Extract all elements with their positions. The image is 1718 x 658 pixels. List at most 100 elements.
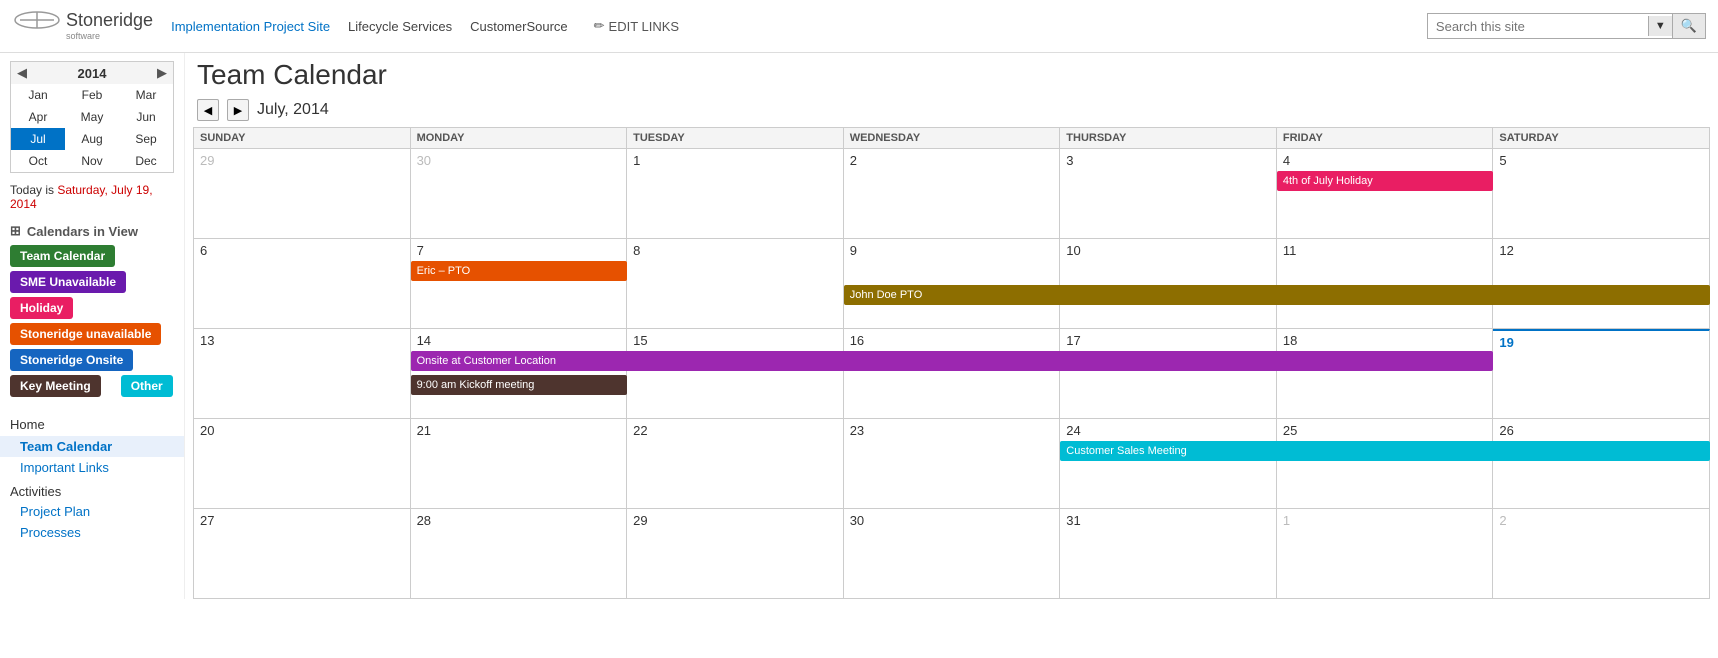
cell-date: 28 bbox=[417, 513, 431, 528]
mini-cal-month-dec[interactable]: Dec bbox=[119, 150, 173, 172]
col-wednesday: WEDNESDAY bbox=[844, 128, 1061, 149]
cal-cell-w4d1: 28 bbox=[411, 509, 628, 599]
sidebar-home: Home bbox=[0, 413, 184, 436]
mini-cal-month-mar[interactable]: Mar bbox=[119, 84, 173, 106]
top-nav: Stoneridge software Implementation Proje… bbox=[0, 0, 1718, 53]
cal-cell-w3d6: 26 bbox=[1493, 419, 1710, 509]
cell-date: 27 bbox=[200, 513, 214, 528]
cell-date: 3 bbox=[1066, 153, 1073, 168]
mini-cal-month-feb[interactable]: Feb bbox=[65, 84, 119, 106]
cell-date: 30 bbox=[417, 153, 431, 168]
sidebar-link-important-links[interactable]: Important Links bbox=[0, 457, 184, 478]
cell-date: 10 bbox=[1066, 243, 1080, 258]
cal-badge-sme-unavailable[interactable]: SME Unavailable bbox=[10, 271, 126, 293]
sidebar-link-team-calendar[interactable]: Team Calendar bbox=[0, 436, 184, 457]
logo-icon bbox=[12, 6, 62, 46]
col-sunday: SUNDAY bbox=[194, 128, 411, 149]
mini-cal-month-jun[interactable]: Jun bbox=[119, 106, 173, 128]
sidebar-link-project-plan[interactable]: Project Plan bbox=[0, 501, 184, 522]
search-button[interactable]: 🔍 bbox=[1672, 14, 1705, 38]
cal-badge-stoneridge-onsite[interactable]: Stoneridge Onsite bbox=[10, 349, 133, 371]
calendars-in-view: ⊞ Calendars in View Team Calendar SME Una… bbox=[0, 219, 184, 399]
mini-cal-month-apr[interactable]: Apr bbox=[11, 106, 65, 128]
cal-cell-w2d5: 18 bbox=[1277, 329, 1494, 419]
cal-week-0: 2930123454th of July Holiday bbox=[194, 149, 1710, 239]
cell-date: 8 bbox=[633, 243, 640, 258]
cal-cell-w1d6: 12 bbox=[1493, 239, 1710, 329]
cal-badge-team-calendar[interactable]: Team Calendar bbox=[10, 245, 115, 267]
cell-date: 6 bbox=[200, 243, 207, 258]
col-friday: FRIDAY bbox=[1277, 128, 1494, 149]
mini-cal-month-sep[interactable]: Sep bbox=[119, 128, 173, 150]
cal-cell-w1d5: 11 bbox=[1277, 239, 1494, 329]
mini-cal-next[interactable]: ▶ bbox=[157, 65, 167, 81]
mini-cal-months: JanFebMar AprMayJun JulAugSep OctNovDec bbox=[11, 84, 173, 172]
cell-date: 1 bbox=[1283, 513, 1290, 528]
cell-date: 25 bbox=[1283, 423, 1297, 438]
cal-cell-w1d1: 7 bbox=[411, 239, 628, 329]
calendar-main: Team Calendar ◀ ▶ July, 2014 SUNDAY MOND… bbox=[185, 53, 1718, 599]
cal-cell-w3d2: 22 bbox=[627, 419, 844, 509]
cal-badge-other[interactable]: Other bbox=[121, 375, 173, 397]
cell-date: 1 bbox=[633, 153, 640, 168]
sidebar-link-processes[interactable]: Processes bbox=[0, 522, 184, 543]
cal-cell-w1d4: 10 bbox=[1060, 239, 1277, 329]
calendar-grid: SUNDAY MONDAY TUESDAY WEDNESDAY THURSDAY… bbox=[193, 127, 1710, 599]
mini-cal-header: ◀ 2014 ▶ bbox=[11, 62, 173, 84]
cell-date: 18 bbox=[1283, 333, 1297, 348]
cal-header-row: SUNDAY MONDAY TUESDAY WEDNESDAY THURSDAY… bbox=[194, 128, 1710, 149]
cell-date: 21 bbox=[417, 423, 431, 438]
cal-cell-w0d4: 3 bbox=[1060, 149, 1277, 239]
cell-date: 5 bbox=[1499, 153, 1506, 168]
cal-cell-w3d4: 24 bbox=[1060, 419, 1277, 509]
cell-date: 26 bbox=[1499, 423, 1513, 438]
cal-badge-holiday[interactable]: Holiday bbox=[10, 297, 73, 319]
cal-badge-key-meeting[interactable]: Key Meeting bbox=[10, 375, 101, 397]
cal-cell-w0d1: 30 bbox=[411, 149, 628, 239]
cal-cell-w2d4: 17 bbox=[1060, 329, 1277, 419]
edit-links[interactable]: ✏ EDIT LINKS bbox=[594, 18, 679, 34]
nav-site-title[interactable]: Implementation Project Site bbox=[171, 19, 330, 34]
mini-cal-month-nov[interactable]: Nov bbox=[65, 150, 119, 172]
sidebar-nav: Home Team Calendar Important Links Activ… bbox=[0, 413, 184, 543]
cal-cell-w0d6: 5 bbox=[1493, 149, 1710, 239]
mini-cal-month-jul[interactable]: Jul bbox=[11, 128, 65, 150]
cell-date: 13 bbox=[200, 333, 214, 348]
search-input[interactable] bbox=[1428, 16, 1648, 37]
mini-calendar: ◀ 2014 ▶ JanFebMar AprMayJun JulAugSep OctN… bbox=[10, 61, 174, 173]
cal-nav: ◀ ▶ July, 2014 bbox=[193, 95, 1710, 127]
mini-cal-month-oct[interactable]: Oct bbox=[11, 150, 65, 172]
cell-date: 30 bbox=[850, 513, 864, 528]
cal-cell-w2d0: 13 bbox=[194, 329, 411, 419]
cell-date: 9 bbox=[850, 243, 857, 258]
cal-next-btn[interactable]: ▶ bbox=[227, 99, 249, 121]
cal-badge-stoneridge-unavailable[interactable]: Stoneridge unavailable bbox=[10, 323, 161, 345]
cell-date: 29 bbox=[200, 153, 214, 168]
cell-date: 24 bbox=[1066, 423, 1080, 438]
cal-weeks: 2930123454th of July Holiday6789101112Er… bbox=[194, 149, 1710, 599]
today-label: Today is Saturday, July 19, 2014 bbox=[0, 181, 184, 219]
logo: Stoneridge software bbox=[12, 6, 153, 46]
cell-date: 29 bbox=[633, 513, 647, 528]
mini-cal-year: 2014 bbox=[78, 66, 107, 81]
cal-cell-w2d3: 16 bbox=[844, 329, 1061, 419]
pencil-icon: ✏ bbox=[594, 18, 605, 34]
mini-cal-month-may[interactable]: May bbox=[65, 106, 119, 128]
cal-cell-w0d0: 29 bbox=[194, 149, 411, 239]
nav-customersource[interactable]: CustomerSource bbox=[470, 19, 568, 34]
cell-date: 2 bbox=[850, 153, 857, 168]
calendars-header: ⊞ Calendars in View bbox=[0, 219, 184, 243]
page-title: Team Calendar bbox=[193, 53, 1710, 95]
cal-prev-btn[interactable]: ◀ bbox=[197, 99, 219, 121]
cal-cell-w4d6: 2 bbox=[1493, 509, 1710, 599]
cell-date: 20 bbox=[200, 423, 214, 438]
cal-cell-w1d2: 8 bbox=[627, 239, 844, 329]
nav-lifecycle[interactable]: Lifecycle Services bbox=[348, 19, 452, 34]
cal-cell-w0d3: 2 bbox=[844, 149, 1061, 239]
cell-date: 16 bbox=[850, 333, 864, 348]
mini-cal-prev[interactable]: ◀ bbox=[17, 65, 27, 81]
mini-cal-month-jan[interactable]: Jan bbox=[11, 84, 65, 106]
cal-cell-w4d3: 30 bbox=[844, 509, 1061, 599]
mini-cal-month-aug[interactable]: Aug bbox=[65, 128, 119, 150]
search-dropdown-icon[interactable]: ▼ bbox=[1648, 16, 1672, 36]
